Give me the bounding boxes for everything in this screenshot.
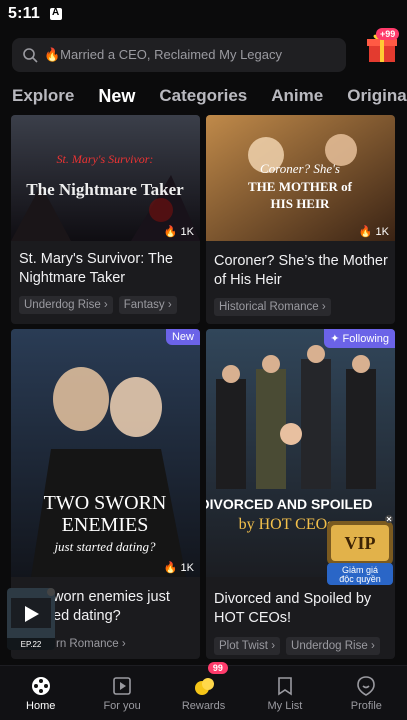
vip-label: VIP bbox=[345, 533, 376, 553]
card-title-line1: worn enemies just bbox=[53, 589, 170, 605]
tag-label: Underdog Rise bbox=[24, 299, 101, 311]
nav-for-you[interactable]: For you bbox=[81, 666, 162, 720]
poster-title-line3: just started dating? bbox=[52, 539, 156, 554]
poster-title-line2: by HOT CEOs bbox=[239, 516, 334, 533]
search-input[interactable]: 🔥Married a CEO, Reclaimed My Legacy bbox=[12, 38, 346, 72]
search-placeholder: 🔥Married a CEO, Reclaimed My Legacy bbox=[44, 47, 282, 62]
drama-card[interactable]: St. Mary's Survivor: The Nightmare Taker… bbox=[11, 115, 200, 324]
drama-card[interactable]: Coroner? She's THE MOTHER of HIS HEIR 🔥 … bbox=[206, 115, 395, 324]
card-title[interactable]: Divorced and Spoiled by HOT CEOs! bbox=[214, 590, 390, 628]
flame-icon: 🔥 bbox=[163, 226, 178, 238]
tab-new[interactable]: New bbox=[86, 86, 147, 107]
poster-image: TWO SWORN ENEMIES just started dating? bbox=[11, 329, 200, 577]
poster-title-line1: St. Mary's Survivor: bbox=[57, 152, 154, 166]
tag-chip[interactable]: Underdog Rise › bbox=[19, 296, 113, 314]
gift-badge: +99 bbox=[376, 28, 400, 40]
status-time: 5:11 bbox=[8, 5, 40, 22]
poster-image: Coroner? She's THE MOTHER of HIS HEIR bbox=[206, 115, 395, 241]
search-icon bbox=[23, 48, 38, 63]
vip-caption-line2: độc quyền bbox=[339, 574, 381, 584]
home-film-reel-icon bbox=[31, 676, 50, 695]
poster-title-line2: THE MOTHER of bbox=[248, 179, 353, 194]
mini-player-thumbnail: EP.22 bbox=[7, 588, 55, 650]
view-count-value: 1K bbox=[375, 225, 389, 238]
flame-icon: 🔥 bbox=[358, 226, 373, 238]
tag-list: Underdog Rise › Fantasy › bbox=[19, 296, 177, 314]
poster-title-line1: Coroner? She's bbox=[260, 161, 340, 176]
status-bar: 5:11 bbox=[0, 0, 407, 28]
tag-chip[interactable]: Underdog Rise › bbox=[286, 637, 380, 655]
nav-label: Profile bbox=[350, 699, 382, 712]
tab-explore[interactable]: Explore bbox=[0, 86, 86, 106]
card-title[interactable]: St. Mary's Survivor: The Nightmare Taker bbox=[19, 250, 195, 288]
following-badge: ✦ Following bbox=[324, 329, 395, 348]
smile-badge-icon bbox=[357, 675, 376, 696]
tag-label: Underdog Rise bbox=[291, 640, 368, 652]
vip-promo[interactable]: VIP Giảm giá độc quyền bbox=[325, 515, 397, 585]
nav-label: My List bbox=[267, 699, 303, 712]
nav-label: Home bbox=[26, 699, 56, 712]
poster-title-line2: The Nightmare Taker bbox=[26, 180, 184, 199]
poster-title-line2: ENEMIES bbox=[62, 514, 149, 536]
category-tabs: Explore New Categories Anime Origina bbox=[0, 80, 407, 112]
tag-label: rn Romance bbox=[56, 638, 119, 650]
nav-rewards[interactable]: 99 Rewards bbox=[163, 662, 244, 720]
view-count-value: 1K bbox=[180, 561, 194, 574]
tag-chip[interactable]: Plot Twist › bbox=[214, 637, 281, 655]
poster-title-line1: DIVORCED AND SPOILED bbox=[206, 496, 372, 512]
search-row: 🔥Married a CEO, Reclaimed My Legacy +99 bbox=[12, 28, 407, 72]
nav-label: Rewards bbox=[181, 699, 226, 712]
rewards-badge: 99 bbox=[207, 662, 228, 674]
flame-icon: 🔥 bbox=[163, 562, 178, 574]
tag-label: Historical Romance bbox=[219, 301, 319, 313]
tab-categories[interactable]: Categories bbox=[147, 86, 259, 106]
coins-icon bbox=[194, 677, 214, 695]
tag-list: Plot Twist › Underdog Rise › bbox=[214, 637, 380, 655]
bottom-nav: Home For you 99 Rewards My List Profile bbox=[0, 662, 407, 720]
tag-label: Plot Twist bbox=[219, 640, 268, 652]
tag-chip[interactable]: Fantasy › bbox=[118, 296, 177, 314]
notification-icon bbox=[49, 7, 62, 20]
following-label: Following bbox=[342, 333, 389, 345]
view-count-value: 1K bbox=[180, 225, 194, 238]
poster-image: St. Mary's Survivor: The Nightmare Taker bbox=[11, 115, 200, 241]
tag-list: rn Romance › bbox=[51, 635, 131, 653]
mini-player[interactable]: EP.22 bbox=[7, 588, 55, 650]
poster-title-line1: TWO SWORN bbox=[44, 492, 167, 514]
view-count: 🔥 1K bbox=[358, 225, 389, 239]
view-count: 🔥 1K bbox=[163, 225, 194, 239]
tag-label: Fantasy bbox=[123, 299, 165, 311]
card-title-line2: ed dating? bbox=[53, 608, 121, 624]
nav-home[interactable]: Home bbox=[0, 666, 81, 720]
card-title[interactable]: Coroner? She’s the Mother of His Heir bbox=[214, 252, 390, 290]
tab-anime[interactable]: Anime bbox=[259, 86, 335, 106]
bookmark-icon bbox=[278, 676, 292, 695]
new-badge: New bbox=[165, 329, 200, 345]
drama-card[interactable]: DIVORCED AND SPOILED by HOT CEOs ✦ Follo… bbox=[206, 329, 395, 659]
nav-my-list[interactable]: My List bbox=[244, 666, 325, 720]
nav-label: For you bbox=[103, 699, 141, 712]
play-square-icon bbox=[113, 676, 131, 695]
episode-label: EP.22 bbox=[21, 640, 42, 649]
tag-chip[interactable]: rn Romance › bbox=[51, 635, 131, 653]
tab-original[interactable]: Origina bbox=[335, 86, 407, 106]
poster-title-line3: HIS HEIR bbox=[271, 196, 330, 211]
tag-list: Historical Romance › bbox=[214, 298, 331, 316]
vip-promo-graphic: VIP Giảm giá độc quyền bbox=[327, 515, 393, 585]
tag-chip[interactable]: Historical Romance › bbox=[214, 298, 331, 316]
card-title[interactable]: worn enemies just ed dating? bbox=[53, 588, 193, 626]
view-count: 🔥 1K bbox=[163, 561, 194, 575]
nav-profile[interactable]: Profile bbox=[326, 666, 407, 720]
